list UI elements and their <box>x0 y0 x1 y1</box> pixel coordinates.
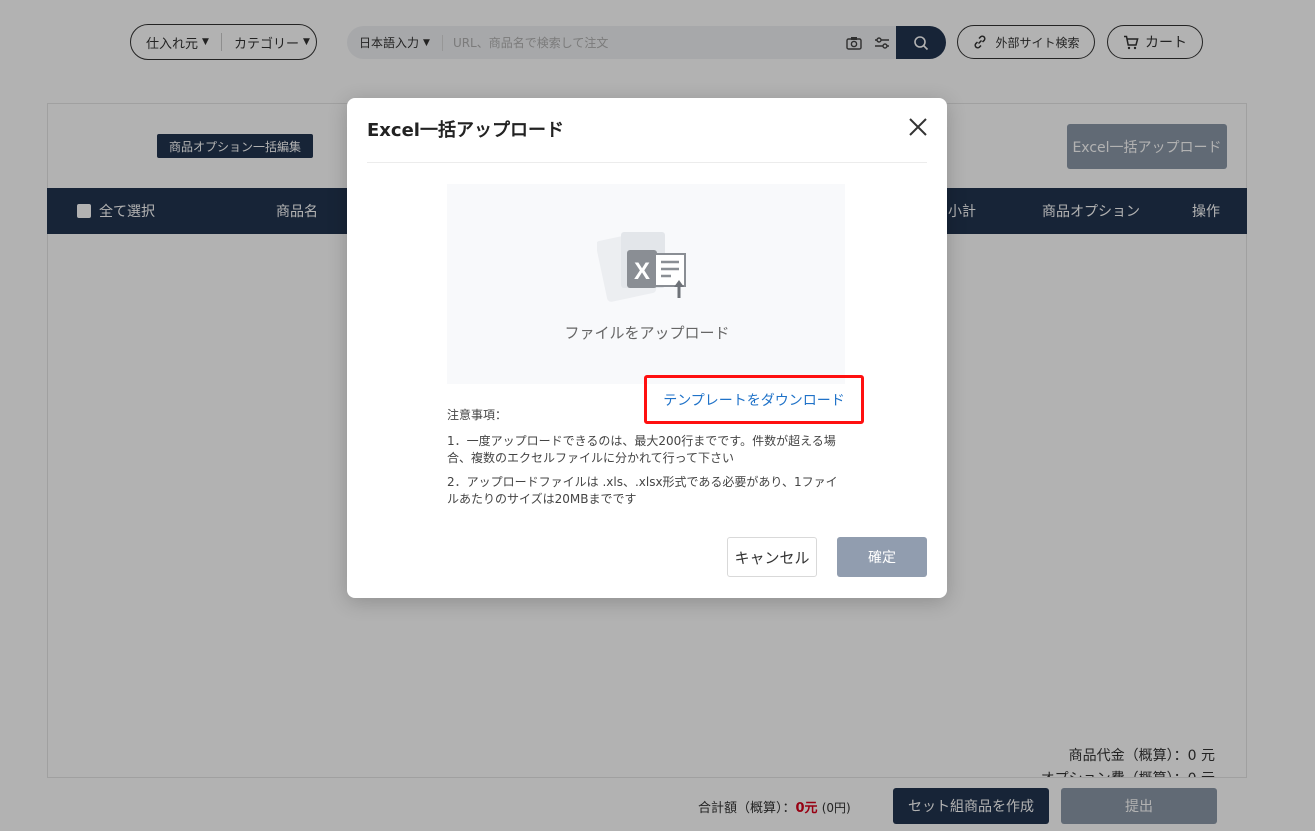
upload-file-label: ファイルをアップロード <box>564 324 730 342</box>
close-icon[interactable] <box>905 114 931 140</box>
notes-title: 注意事項： <box>447 408 508 422</box>
note-item: 2．アップロードファイルは .xls、.xlsx形式である必要があり、1ファイル… <box>447 475 838 506</box>
excel-upload-icon: X <box>595 230 693 314</box>
notes-section: 注意事項： 1．一度アップロードできるのは、最大200行までです。件数が超える場… <box>447 407 847 515</box>
excel-upload-modal: Excel一括アップロード X ファイルをアップロード テンプレートをダウンロー… <box>347 98 947 598</box>
divider <box>367 162 927 163</box>
confirm-button[interactable]: 確定 <box>837 537 927 577</box>
svg-text:X: X <box>634 258 650 285</box>
modal-title: Excel一括アップロード <box>367 120 564 141</box>
note-item: 1．一度アップロードできるのは、最大200行までです。件数が超える場合、複数のエ… <box>447 434 836 465</box>
cancel-button[interactable]: キャンセル <box>727 537 817 577</box>
